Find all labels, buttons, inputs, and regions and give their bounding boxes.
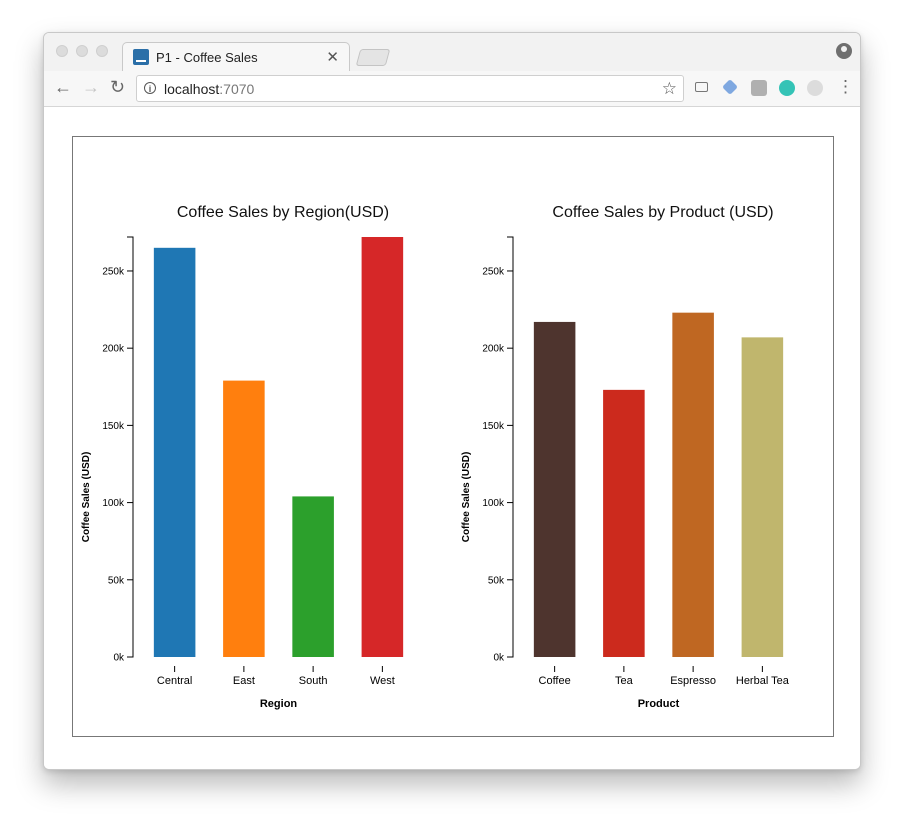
cast-icon[interactable] bbox=[695, 82, 708, 92]
bar-central bbox=[153, 247, 196, 657]
info-icon[interactable]: i bbox=[144, 82, 156, 94]
chart-favicon-icon bbox=[133, 49, 149, 65]
forward-icon[interactable]: → bbox=[82, 77, 100, 97]
close-window-button[interactable] bbox=[56, 45, 68, 57]
address-bar[interactable]: i localhost:7070 ☆ bbox=[136, 75, 684, 102]
y-tick-label: 200k bbox=[102, 344, 125, 355]
x-tick-label: Coffee bbox=[539, 675, 571, 687]
y-axis-label: Coffee Sales (USD) bbox=[461, 452, 472, 543]
y-axis-line bbox=[507, 236, 514, 658]
extension-power-icon[interactable] bbox=[807, 80, 823, 96]
reload-icon[interactable]: ↻ bbox=[110, 77, 125, 97]
star-icon[interactable]: ☆ bbox=[662, 79, 677, 99]
bar-espresso bbox=[672, 312, 714, 657]
x-tick-label: West bbox=[370, 675, 395, 687]
y-tick-label: 0k bbox=[493, 653, 505, 664]
profile-icon[interactable] bbox=[836, 43, 852, 59]
new-tab-button[interactable] bbox=[355, 49, 391, 66]
bar-tea bbox=[603, 389, 645, 657]
extension-k-icon[interactable] bbox=[751, 80, 767, 96]
url-host: localhost bbox=[164, 81, 220, 97]
y-tick-label: 50k bbox=[108, 575, 125, 586]
x-tick-label: Espresso bbox=[670, 675, 716, 687]
chart-title: Coffee Sales by Region(USD) bbox=[177, 204, 389, 221]
url-port: :7070 bbox=[219, 81, 255, 97]
minimize-window-button[interactable] bbox=[76, 45, 88, 57]
x-tick-label: Tea bbox=[615, 675, 634, 687]
charts-svg: Coffee Sales by Region(USD) 0k 50k 100k 150k… bbox=[81, 204, 790, 710]
x-tick-label: East bbox=[233, 675, 255, 687]
close-tab-icon[interactable]: ✕ bbox=[326, 48, 339, 66]
y-axis-line bbox=[127, 236, 134, 658]
chart-title: Coffee Sales by Product (USD) bbox=[552, 204, 773, 221]
tab-title: P1 - Coffee Sales bbox=[156, 50, 258, 65]
y-tick-label: 200k bbox=[482, 344, 505, 355]
bar-east bbox=[223, 380, 265, 657]
browser-window: P1 - Coffee Sales ✕ ← → ↻ i localhost:70… bbox=[43, 32, 861, 770]
x-tick-label: South bbox=[299, 675, 328, 687]
y-tick-label: 100k bbox=[102, 498, 125, 509]
page-content: Coffee Sales by Region(USD) 0k 50k 100k 150k… bbox=[44, 107, 860, 769]
active-tab[interactable]: P1 - Coffee Sales ✕ bbox=[122, 42, 350, 72]
y-tick-label: 250k bbox=[482, 266, 505, 277]
y-tick-label: 150k bbox=[482, 421, 505, 432]
bar-south bbox=[292, 496, 334, 657]
zoom-window-button[interactable] bbox=[96, 45, 108, 57]
bar-herbal-tea bbox=[741, 337, 784, 657]
y-tick-label: 150k bbox=[102, 421, 125, 432]
y-tick-label: 250k bbox=[102, 266, 125, 277]
extension-m-icon[interactable] bbox=[779, 80, 795, 96]
extension-diamond-icon[interactable] bbox=[722, 79, 738, 95]
bar-coffee bbox=[533, 321, 576, 657]
url-text: localhost:7070 bbox=[164, 81, 254, 97]
y-tick-label: 0k bbox=[113, 653, 125, 664]
x-axis-label: Product bbox=[638, 698, 680, 710]
x-tick-label: Herbal Tea bbox=[736, 675, 790, 687]
back-icon[interactable]: ← bbox=[54, 77, 72, 97]
chart-container: Coffee Sales by Region(USD) 0k 50k 100k 150k… bbox=[72, 136, 834, 737]
y-axis-label: Coffee Sales (USD) bbox=[81, 452, 92, 543]
x-tick-label: Central bbox=[157, 675, 192, 687]
bar-west bbox=[361, 237, 404, 657]
toolbar: ← → ↻ i localhost:7070 ☆ ⋮ bbox=[44, 71, 860, 107]
tab-strip: P1 - Coffee Sales ✕ bbox=[44, 33, 860, 72]
x-axis-label: Region bbox=[260, 698, 298, 710]
y-tick-label: 50k bbox=[488, 575, 505, 586]
y-tick-label: 100k bbox=[482, 498, 505, 509]
menu-icon[interactable]: ⋮ bbox=[837, 77, 854, 97]
